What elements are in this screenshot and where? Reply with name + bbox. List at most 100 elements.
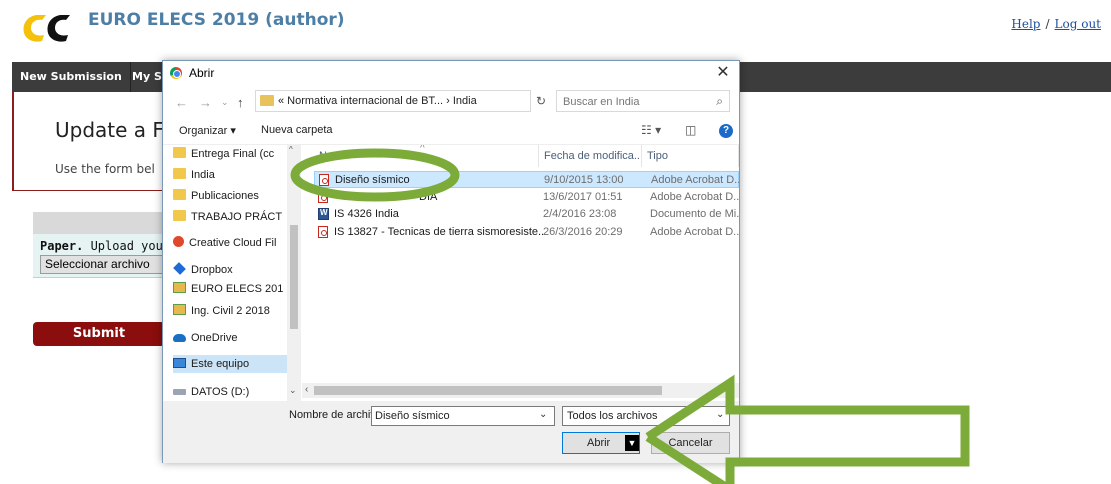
filetype-select[interactable]: Todos los archivos [562, 406, 730, 426]
pdf-icon [318, 191, 328, 203]
link-separator: / [1045, 17, 1050, 31]
app-title: EURO ELECS 2019 (author) [88, 10, 345, 30]
nav-item-ing-civil[interactable]: Ing. Civil 2 2018 [173, 302, 295, 320]
file-row-dia[interactable]: DIA 13/6/2017 01:51 Adobe Acrobat D... [314, 189, 739, 206]
nav-item-label: EURO ELECS 201 [191, 283, 284, 295]
nav-new-submission[interactable]: New Submission [12, 62, 131, 92]
page-title: Update a F [55, 118, 164, 142]
chrome-icon [170, 67, 182, 79]
file-date: 26/3/2016 20:29 [543, 226, 623, 238]
file-type: Documento de Mi... [650, 208, 739, 220]
preview-pane-icon[interactable]: ◫ [685, 123, 696, 137]
column-header-date[interactable]: Fecha de modifica... [539, 145, 642, 167]
nav-item-label: TRABAJO PRÁCT [191, 211, 283, 223]
chevron-down-icon[interactable]: ⌄ [539, 409, 547, 420]
nav-scrollbar[interactable]: ^ [287, 145, 301, 407]
nav-item-label: Ing. Civil 2 2018 [191, 305, 270, 317]
nav-item-onedrive[interactable]: OneDrive [173, 329, 295, 347]
top-links: Help / Log out [1011, 17, 1101, 31]
close-icon[interactable]: ✕ [713, 64, 733, 84]
view-options-icon[interactable]: ☷ ▾ [641, 123, 661, 137]
dialog-titlebar: Abrir ✕ [163, 61, 739, 87]
pdf-icon [318, 226, 328, 238]
help-icon[interactable]: ? [719, 124, 733, 138]
nav-item-label: Dropbox [191, 264, 233, 276]
file-date: 2/4/2016 23:08 [543, 208, 617, 220]
word-icon [318, 208, 329, 220]
nav-item-label: Creative Cloud Fil [189, 237, 277, 249]
sort-caret-icon: ^ [420, 145, 425, 154]
chevron-down-icon[interactable]: ⌄ [716, 409, 724, 420]
file-type: Adobe Acrobat D... [650, 191, 739, 203]
help-link[interactable]: Help [1011, 17, 1040, 31]
horizontal-scrollbar-thumb[interactable] [314, 386, 662, 395]
file-name: Diseño sísmico [335, 174, 410, 186]
file-date: 9/10/2015 13:00 [544, 174, 624, 186]
forward-arrow-icon[interactable]: → [199, 95, 212, 110]
navigation-pane: Entrega Final (cc India Publicaciones TR… [163, 145, 301, 407]
scroll-left-icon[interactable]: ‹ [305, 384, 308, 395]
creative-cloud-icon [173, 236, 184, 247]
new-folder-button[interactable]: Nueva carpeta [261, 124, 333, 136]
nav-item-label: Publicaciones [191, 190, 259, 202]
file-name: IS 4326 India [334, 208, 399, 220]
nav-item-label: Entrega Final (cc [191, 148, 275, 160]
shared-folder-icon [173, 282, 186, 293]
scroll-down-icon[interactable]: ⌄ [289, 385, 297, 396]
filename-input[interactable]: Diseño sísmico [371, 406, 555, 426]
folder-icon [173, 189, 186, 200]
recent-locations-icon[interactable]: ⌄ [221, 97, 229, 108]
column-header-name[interactable]: N [314, 145, 539, 167]
nav-item-dropbox[interactable]: Dropbox [173, 261, 295, 279]
nav-item-este-equipo[interactable]: Este equipo [173, 355, 295, 373]
scroll-up-icon[interactable]: ^ [289, 145, 293, 154]
file-type: Adobe Acrobat D... [650, 226, 739, 238]
nav-item-label: Este equipo [191, 358, 250, 370]
refresh-icon[interactable]: ↻ [531, 90, 551, 112]
dialog-toolbar: Organizar ▾ Nueva carpeta ☷ ▾ ◫ ? [163, 117, 739, 145]
nav-item-trabajo-practico[interactable]: TRABAJO PRÁCT [173, 208, 295, 226]
nav-scrollbar-thumb[interactable] [290, 225, 298, 329]
computer-icon [173, 358, 186, 368]
file-row-diseno-sismico[interactable]: Diseño sísmico 9/10/2015 13:00 Adobe Acr… [314, 171, 739, 188]
open-button-label: Abrir [587, 437, 611, 449]
file-row-is-4326[interactable]: IS 4326 India 2/4/2016 23:08 Documento d… [314, 206, 739, 223]
address-row: ← → ⌄ ↑ « Normativa internacional de BT.… [163, 87, 739, 117]
search-box[interactable]: ⌕ [556, 90, 730, 112]
horizontal-scrollbar[interactable]: ‹ [302, 383, 739, 398]
easychair-logo [23, 15, 70, 42]
nav-item-label: OneDrive [191, 332, 238, 344]
page-description: Use the form bel [55, 162, 155, 176]
column-header-type[interactable]: Tipo [642, 145, 739, 167]
paper-label-bold: Paper. [40, 239, 84, 253]
nav-item-creative-cloud[interactable]: Creative Cloud Fil [173, 234, 295, 252]
search-input[interactable] [563, 94, 703, 109]
nav-item-euro-elecs[interactable]: EURO ELECS 201 [173, 280, 295, 298]
file-row-is-13827[interactable]: IS 13827 - Tecnicas de tierra sismoresis… [314, 224, 739, 241]
form-header-band [33, 212, 163, 234]
shared-folder-icon [173, 304, 186, 315]
organize-menu[interactable]: Organizar ▾ [179, 124, 236, 137]
open-button[interactable]: Abrir ▼ [562, 432, 640, 454]
dialog-footer: Nombre de archivo: Diseño sísmico ⌄ Todo… [163, 401, 739, 463]
nav-item-entrega-final[interactable]: Entrega Final (cc [173, 145, 295, 163]
cancel-button[interactable]: Cancelar [651, 432, 730, 454]
open-dropdown-arrow-icon[interactable]: ▼ [625, 435, 639, 451]
select-file-button[interactable]: Seleccionar archivo [40, 255, 166, 274]
file-open-dialog: Abrir ✕ ← → ⌄ ↑ « Normativa internaciona… [162, 60, 740, 463]
file-list: N Fecha de modifica... Tipo ^ Diseño sís… [302, 145, 739, 407]
folder-icon [173, 210, 186, 221]
address-path: « Normativa internacional de BT... › Ind… [278, 95, 477, 107]
up-arrow-icon[interactable]: ↑ [237, 95, 244, 110]
file-name: IS 13827 - Tecnicas de tierra sismoresis… [334, 226, 544, 238]
file-type: Adobe Acrobat D... [651, 174, 739, 186]
nav-item-india[interactable]: India [173, 166, 295, 184]
nav-item-datos-d[interactable]: DATOS (D:) [173, 383, 295, 401]
dropbox-icon [173, 262, 186, 275]
file-name: DIA [419, 191, 438, 203]
nav-item-publicaciones[interactable]: Publicaciones [173, 187, 295, 205]
logout-link[interactable]: Log out [1055, 17, 1101, 31]
back-arrow-icon[interactable]: ← [175, 95, 188, 110]
address-bar[interactable]: « Normativa internacional de BT... › Ind… [255, 90, 614, 112]
submit-button[interactable]: Submit [33, 322, 165, 346]
